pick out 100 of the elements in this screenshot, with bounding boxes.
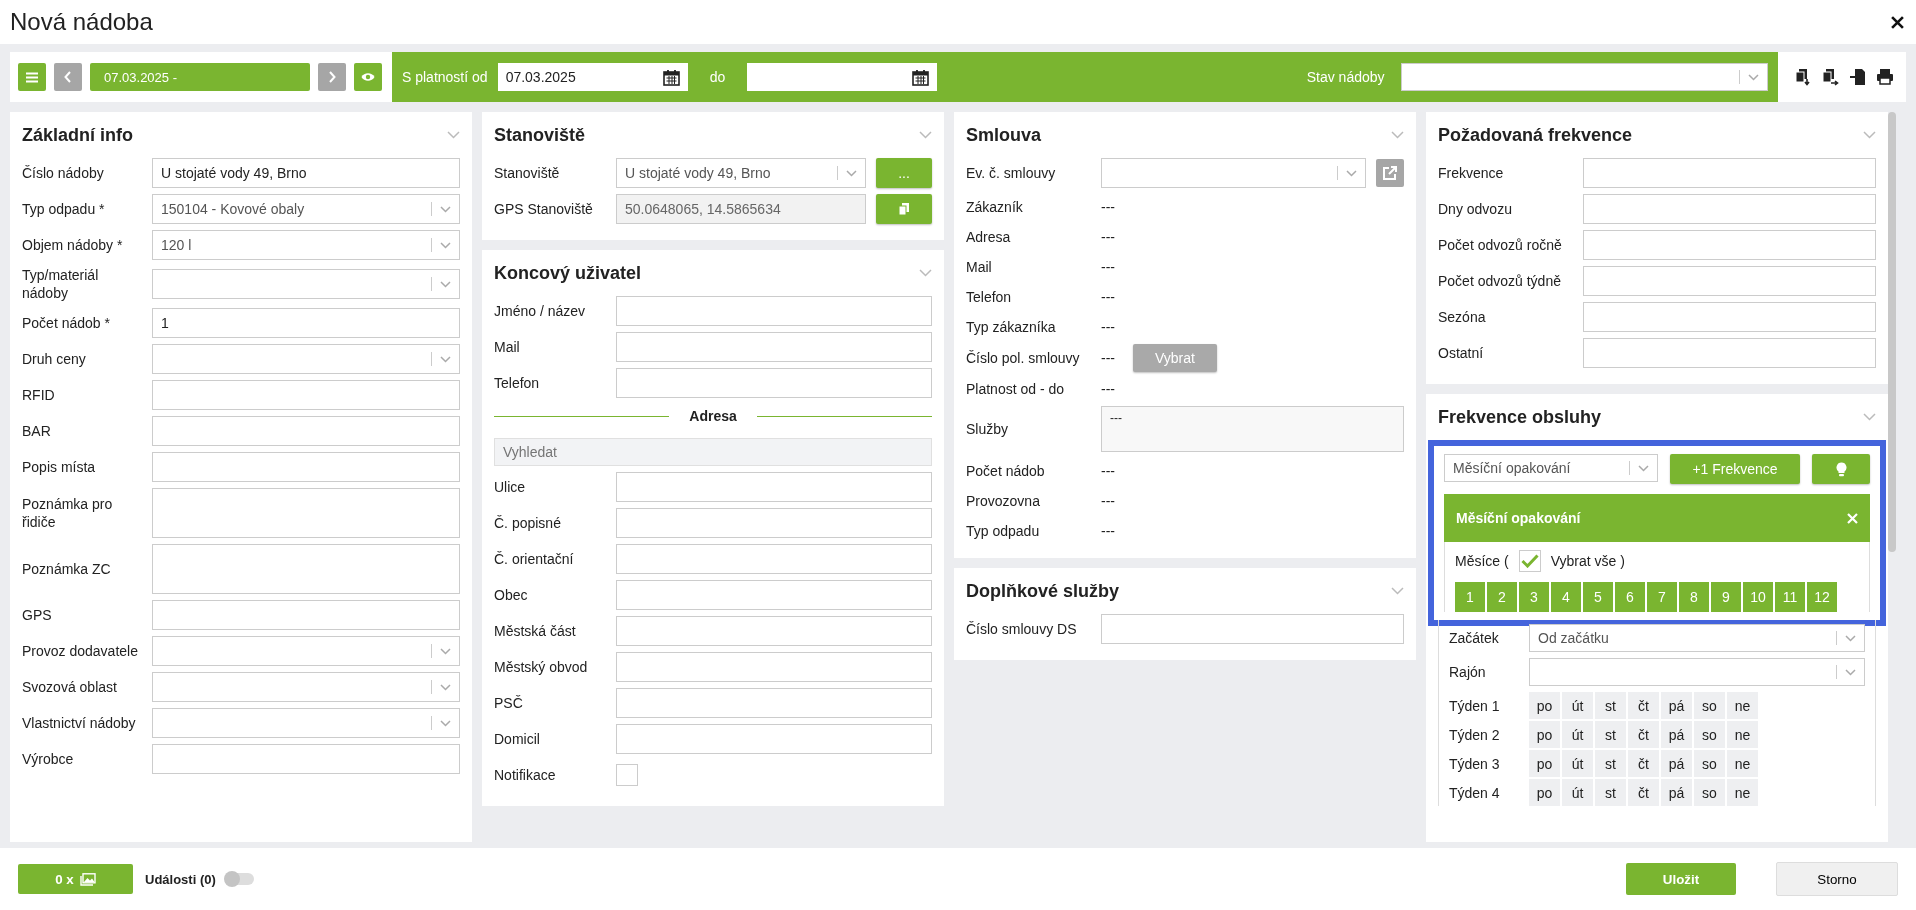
text-field[interactable] (616, 544, 932, 574)
chevron-down-icon[interactable] (447, 131, 460, 139)
text-field[interactable] (616, 368, 932, 398)
scrollbar[interactable] (1888, 112, 1896, 552)
text-field[interactable] (616, 724, 932, 754)
copy-right-icon[interactable] (1821, 68, 1839, 86)
day-toggle[interactable]: so (1694, 750, 1725, 777)
dropdown-field[interactable]: Měsíční opakování (1444, 454, 1658, 482)
text-field[interactable] (616, 616, 932, 646)
day-toggle[interactable]: čt (1628, 721, 1659, 748)
chevron-down-icon[interactable] (1391, 131, 1404, 139)
chevron-down-icon[interactable] (1863, 413, 1876, 421)
checkbox[interactable] (616, 764, 638, 786)
text-field[interactable] (152, 416, 460, 447)
day-toggle[interactable]: po (1529, 750, 1560, 777)
dropdown-field[interactable] (152, 708, 460, 739)
dropdown-field[interactable]: 150104 - Kovové obaly (152, 194, 460, 224)
copy-down-icon[interactable] (1794, 68, 1811, 86)
text-field[interactable] (1583, 230, 1876, 260)
date-field[interactable] (747, 63, 938, 91)
dropdown-field[interactable] (1101, 158, 1366, 188)
chevron-down-icon[interactable] (919, 131, 932, 139)
view-button[interactable] (354, 63, 382, 91)
day-toggle[interactable]: út (1562, 779, 1593, 806)
text-field[interactable] (1583, 302, 1876, 332)
state-dropdown[interactable] (1400, 63, 1768, 91)
day-toggle[interactable]: čt (1628, 779, 1659, 806)
dropdown-field[interactable] (1529, 658, 1865, 686)
text-field[interactable] (616, 688, 932, 718)
menu-button[interactable] (18, 63, 46, 91)
checkbox[interactable] (1518, 550, 1541, 572)
day-toggle[interactable]: út (1562, 692, 1593, 719)
dropdown-field[interactable]: U stojaté vody 49, Brno (616, 158, 866, 188)
calendar-icon[interactable] (662, 68, 680, 86)
import-icon[interactable] (1849, 68, 1866, 86)
dropdown-field[interactable] (152, 269, 460, 300)
text-field[interactable] (1583, 158, 1876, 188)
close-icon[interactable] (1891, 15, 1904, 29)
day-toggle[interactable]: ne (1727, 692, 1758, 719)
copy-button[interactable] (876, 194, 932, 224)
previous-button[interactable] (54, 63, 82, 91)
search-field[interactable]: Vyhledat (494, 438, 932, 466)
text-field[interactable] (152, 380, 460, 411)
events-toggle[interactable] (225, 873, 254, 885)
day-toggle[interactable]: pá (1661, 750, 1692, 777)
text-area[interactable] (152, 488, 460, 539)
day-toggle[interactable]: st (1595, 750, 1626, 777)
dropdown-field[interactable] (152, 672, 460, 703)
calendar-icon[interactable] (912, 68, 930, 86)
day-toggle[interactable]: so (1694, 779, 1725, 806)
text-field[interactable] (1583, 338, 1876, 368)
text-field[interactable] (152, 744, 460, 775)
text-field[interactable] (1583, 266, 1876, 296)
day-toggle[interactable]: po (1529, 779, 1560, 806)
text-field[interactable] (616, 580, 932, 610)
block-title: Měsíční opakování (1456, 510, 1581, 526)
day-toggle[interactable]: so (1694, 721, 1725, 748)
chevron-down-icon[interactable] (919, 269, 932, 277)
dropdown-field[interactable] (152, 344, 460, 375)
day-toggle[interactable]: čt (1628, 692, 1659, 719)
day-toggle[interactable]: ne (1727, 721, 1758, 748)
next-button[interactable] (318, 63, 346, 91)
text-field[interactable] (1101, 614, 1404, 644)
day-toggle[interactable]: ne (1727, 779, 1758, 806)
day-toggle[interactable]: st (1595, 721, 1626, 748)
open-link-button[interactable] (1376, 159, 1404, 187)
chevron-down-icon[interactable] (1863, 131, 1876, 139)
field-label: Obec (494, 585, 529, 605)
dropdown-field[interactable]: Od začátku (1529, 624, 1865, 652)
print-icon[interactable] (1876, 68, 1894, 85)
hint-button[interactable] (1812, 454, 1870, 484)
chevron-down-icon[interactable] (1391, 587, 1404, 595)
day-toggle[interactable]: po (1529, 692, 1560, 719)
day-toggle[interactable]: pá (1661, 721, 1692, 748)
day-toggle[interactable]: pá (1661, 692, 1692, 719)
day-toggle[interactable]: út (1562, 721, 1593, 748)
date-field[interactable]: 07.03.2025 (497, 63, 688, 91)
text-field[interactable] (152, 452, 460, 483)
text-area[interactable] (152, 544, 460, 595)
day-toggle[interactable]: čt (1628, 750, 1659, 777)
day-toggle[interactable]: ne (1727, 750, 1758, 777)
text-field[interactable] (616, 472, 932, 502)
text-field[interactable] (152, 600, 460, 631)
text-field[interactable] (616, 332, 932, 362)
day-toggle[interactable]: st (1595, 692, 1626, 719)
cancel-button[interactable]: Storno (1776, 862, 1898, 896)
text-field[interactable] (616, 296, 932, 326)
dropdown-field[interactable] (152, 636, 460, 667)
text-field[interactable] (1583, 194, 1876, 224)
day-toggle[interactable]: út (1562, 750, 1593, 777)
day-toggle[interactable]: st (1595, 779, 1626, 806)
readonly-field[interactable]: 50.0648065, 14.5865634 (616, 194, 866, 224)
day-toggle[interactable]: po (1529, 721, 1560, 748)
day-toggle[interactable]: so (1694, 692, 1725, 719)
text-field[interactable]: 1 (152, 308, 460, 339)
text-field[interactable] (616, 508, 932, 538)
day-toggle[interactable]: pá (1661, 779, 1692, 806)
text-field[interactable]: U stojaté vody 49, Brno (152, 158, 460, 188)
text-field[interactable] (616, 652, 932, 682)
dropdown-field[interactable]: 120 l (152, 230, 460, 260)
